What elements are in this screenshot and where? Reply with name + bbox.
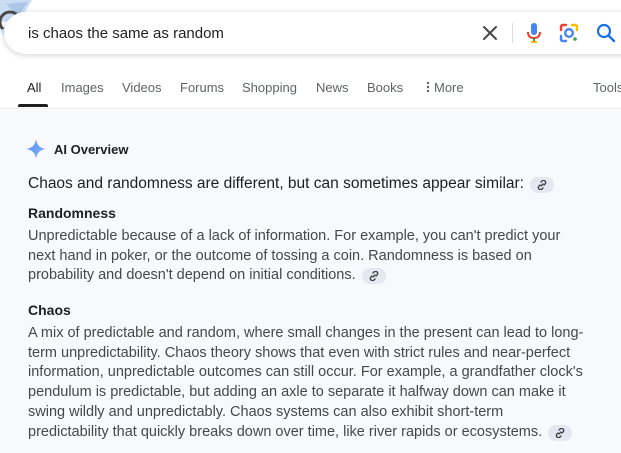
tab-videos[interactable]: Videos xyxy=(122,80,162,95)
ai-overview-panel: AI Overview Chaos and randomness are dif… xyxy=(0,110,621,453)
tab-forums[interactable]: Forums xyxy=(180,80,224,95)
search-divider xyxy=(512,23,513,43)
text-line-content: predictability that quickly breaks down … xyxy=(28,423,543,440)
search-tabs: All Images Videos Forums Shopping News B… xyxy=(0,70,621,108)
tab-images[interactable]: Images xyxy=(61,80,104,95)
text-line: predictability that quickly breaks down … xyxy=(28,423,613,443)
vertical-dots-icon xyxy=(426,81,430,93)
section-text-chaos: A mix of predictable and random, where s… xyxy=(28,324,613,442)
link-icon[interactable] xyxy=(361,268,386,285)
tabs-divider xyxy=(0,108,621,109)
text-line: probability and doesn't depend on initia… xyxy=(28,266,613,286)
search-icon[interactable] xyxy=(594,21,618,45)
text-line: pendulum is predictable, but adding an a… xyxy=(28,384,566,401)
link-icon[interactable] xyxy=(548,424,573,441)
section-heading-chaos: Chaos xyxy=(28,302,71,318)
lens-icon[interactable] xyxy=(557,21,581,45)
section-heading-randomness: Randomness xyxy=(28,205,116,221)
ai-overview-header: AI Overview xyxy=(26,137,128,161)
search-input[interactable] xyxy=(28,12,458,54)
ai-overview-title: AI Overview xyxy=(54,141,129,157)
search-bar xyxy=(4,12,621,54)
link-icon[interactable] xyxy=(529,177,554,193)
text-line: swing wildly and unpredictably. Chaos sy… xyxy=(28,403,504,420)
microphone-icon[interactable] xyxy=(522,21,546,45)
overview-intro-text: Chaos and randomness are different, but … xyxy=(28,175,524,192)
text-line: next hand in poker, or the outcome of to… xyxy=(28,247,532,264)
tab-all[interactable]: All xyxy=(27,80,41,95)
text-line: information, unpredictable outcomes can … xyxy=(28,364,583,381)
tab-books[interactable]: Books xyxy=(367,80,403,95)
tab-news[interactable]: News xyxy=(316,80,349,95)
text-line-content: probability and doesn't depend on initia… xyxy=(28,267,356,284)
sparkle-icon xyxy=(26,139,46,159)
tab-shopping[interactable]: Shopping xyxy=(242,80,297,95)
close-icon[interactable] xyxy=(478,21,502,45)
section-text-randomness: Unpredictable because of a lack of infor… xyxy=(28,227,613,286)
tools-button[interactable]: Tools xyxy=(593,80,621,95)
overview-intro: Chaos and randomness are different, but … xyxy=(28,175,554,193)
active-tab-indicator xyxy=(18,104,48,107)
text-line: term unpredictability. Chaos theory show… xyxy=(28,344,571,361)
tab-more-label: More xyxy=(434,80,464,95)
tab-more[interactable]: More xyxy=(426,80,464,95)
text-line: A mix of predictable and random, where s… xyxy=(28,325,584,341)
text-line: Unpredictable because of a lack of infor… xyxy=(28,228,561,244)
